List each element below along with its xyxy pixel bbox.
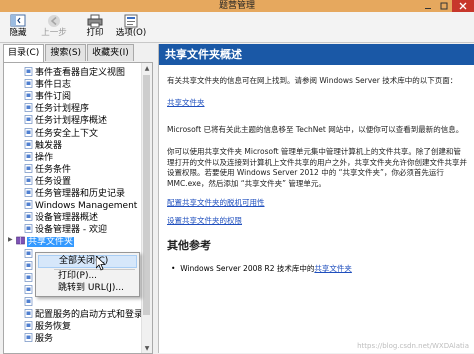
reference-list-item: • Windows Server 2008 R2 技术库中的共享文件夹 (171, 264, 352, 273)
maximize-icon (440, 2, 448, 10)
options-button[interactable]: 选项(O) (113, 14, 149, 42)
options-icon (124, 14, 138, 28)
tree-item[interactable]: Windows Management Instru (24, 200, 142, 212)
help-page-icon (24, 224, 33, 234)
help-page-icon (24, 248, 33, 258)
minimize-button[interactable] (420, 0, 436, 12)
help-page-icon (24, 212, 33, 222)
permissions-link[interactable]: 设置共享文件夹的权限 (167, 216, 242, 225)
help-page-icon (24, 176, 33, 185)
help-page-icon (24, 139, 33, 149)
toolbar: 隐藏 上一步 打印 选项(O) (0, 12, 474, 43)
book-icon (16, 237, 25, 245)
scroll-down-icon[interactable]: ▼ (142, 343, 152, 353)
window-title: 题营管理 (218, 1, 255, 11)
close-button[interactable] (452, 0, 474, 12)
tree-item[interactable]: 事件日志 (24, 79, 142, 91)
section-heading: 其他参考 (167, 239, 211, 252)
title-bar: 题营管理 (0, 0, 474, 12)
context-menu: 全部关闭(C) 打印(P)... 跳转到 URL(J)... (35, 252, 140, 297)
help-page-icon (24, 272, 33, 282)
scroll-thumb[interactable] (143, 75, 150, 315)
tree-item[interactable]: 事件订阅 (24, 91, 142, 103)
help-page-icon (24, 103, 33, 113)
page-title: 共享文件夹概述 (159, 44, 474, 65)
shared-folders-link[interactable]: 共享文件夹 (167, 98, 205, 107)
description-text: 你可以使用共享文件夹 Microsoft 管理单元集中管理计算机上的文件共享。除… (167, 147, 467, 188)
back-arrow-icon (48, 15, 60, 27)
watermark-text: https://blog.csdn.net/WXDAlatia (357, 342, 469, 350)
help-page-icon (24, 284, 33, 294)
tree-item[interactable]: 任务管理器和历史记录 (24, 188, 142, 200)
intro-text: 有关共享文件夹的信息可在网上找到。请参阅 Windows Server 技术库中… (167, 76, 458, 85)
close-all-menu-item[interactable]: 全部关闭(C) (38, 255, 137, 268)
tree-item[interactable]: 事件查看器自定义视图 (24, 67, 142, 79)
help-page-icon (24, 309, 33, 318)
minimize-icon (425, 8, 431, 9)
contents-tree: 事件查看器自定义视图 事件日志 事件订阅 任务计划程序 任务计划程序概述 任务安全上下文触… (3, 62, 153, 354)
tab-contents[interactable]: 目录(C) (3, 44, 45, 62)
help-page-icon (24, 91, 33, 101)
expand-arrow-icon[interactable]: ▶ (8, 236, 14, 243)
help-page-icon (24, 115, 33, 125)
help-page-icon (24, 200, 33, 209)
tree-item[interactable]: 任务安全上下文 (24, 127, 142, 140)
reference-shared-folders-link[interactable]: 共享文件夹 (314, 264, 352, 273)
tree-item[interactable]: 设备管理器 - 欢迎 (24, 224, 142, 236)
help-page-icon (24, 333, 33, 343)
help-page-icon (24, 163, 33, 173)
offline-availability-link[interactable]: 配置共享文件夹的脱机可用性 (167, 198, 265, 207)
tree-item[interactable]: 任务计划程序概述 (24, 115, 142, 127)
tree-item[interactable]: 服务恢复 (24, 321, 142, 333)
maximize-button[interactable] (436, 0, 452, 12)
scroll-up-icon[interactable]: ▲ (142, 63, 152, 73)
tree-item[interactable] (24, 297, 142, 309)
printer-icon (87, 14, 103, 28)
help-page-icon (24, 297, 33, 306)
close-icon (459, 2, 467, 10)
help-page-icon (24, 260, 33, 270)
tree-item[interactable]: 服务 (24, 333, 142, 345)
tab-favorites[interactable]: 收藏夹(I) (87, 44, 134, 61)
back-button[interactable]: 上一步 (36, 14, 72, 42)
content-pane: 共享文件夹概述 有关共享文件夹的信息可在网上找到。请参阅 Windows Ser… (158, 44, 474, 353)
tab-search[interactable]: 搜索(S) (45, 44, 87, 61)
tree-item[interactable]: 操作 (24, 151, 142, 164)
hide-button[interactable]: 隐藏 (3, 14, 33, 42)
moved-notice-text: Microsoft 已将有关此主题的信息移至 TechNet 网站中，以便你可以… (167, 125, 464, 134)
help-page-icon (24, 188, 33, 197)
help-page-icon (24, 67, 33, 76)
tree-scrollbar[interactable]: ▲ ▼ (141, 63, 152, 353)
hide-pane-icon (10, 14, 26, 27)
print-button[interactable]: 打印 (80, 14, 110, 42)
mouse-cursor-icon (96, 256, 106, 271)
tree-item[interactable]: 配置服务的启动方式和登录选项 (24, 309, 142, 321)
help-page-icon (24, 127, 33, 137)
tree-item[interactable]: 设备管理器概述 (24, 212, 142, 224)
tree-item[interactable]: 触发器 (24, 139, 142, 152)
navigation-pane: 目录(C) 搜索(S) 收藏夹(I) 事件查看器自定义视图 事件日志 事件订阅 任务计… (3, 44, 153, 354)
tree-item[interactable]: 任务设置 (24, 176, 142, 188)
help-page-icon (24, 151, 33, 161)
jump-to-url-menu-item[interactable]: 跳转到 URL(J)... (38, 282, 137, 295)
tree-item[interactable]: 任务条件 (24, 163, 142, 176)
help-page-icon (24, 321, 33, 330)
tree-item-shared-folders[interactable]: 共享文件夹 (16, 236, 146, 248)
help-page-icon (24, 79, 33, 88)
tree-item[interactable]: 任务计划程序 (24, 103, 142, 115)
